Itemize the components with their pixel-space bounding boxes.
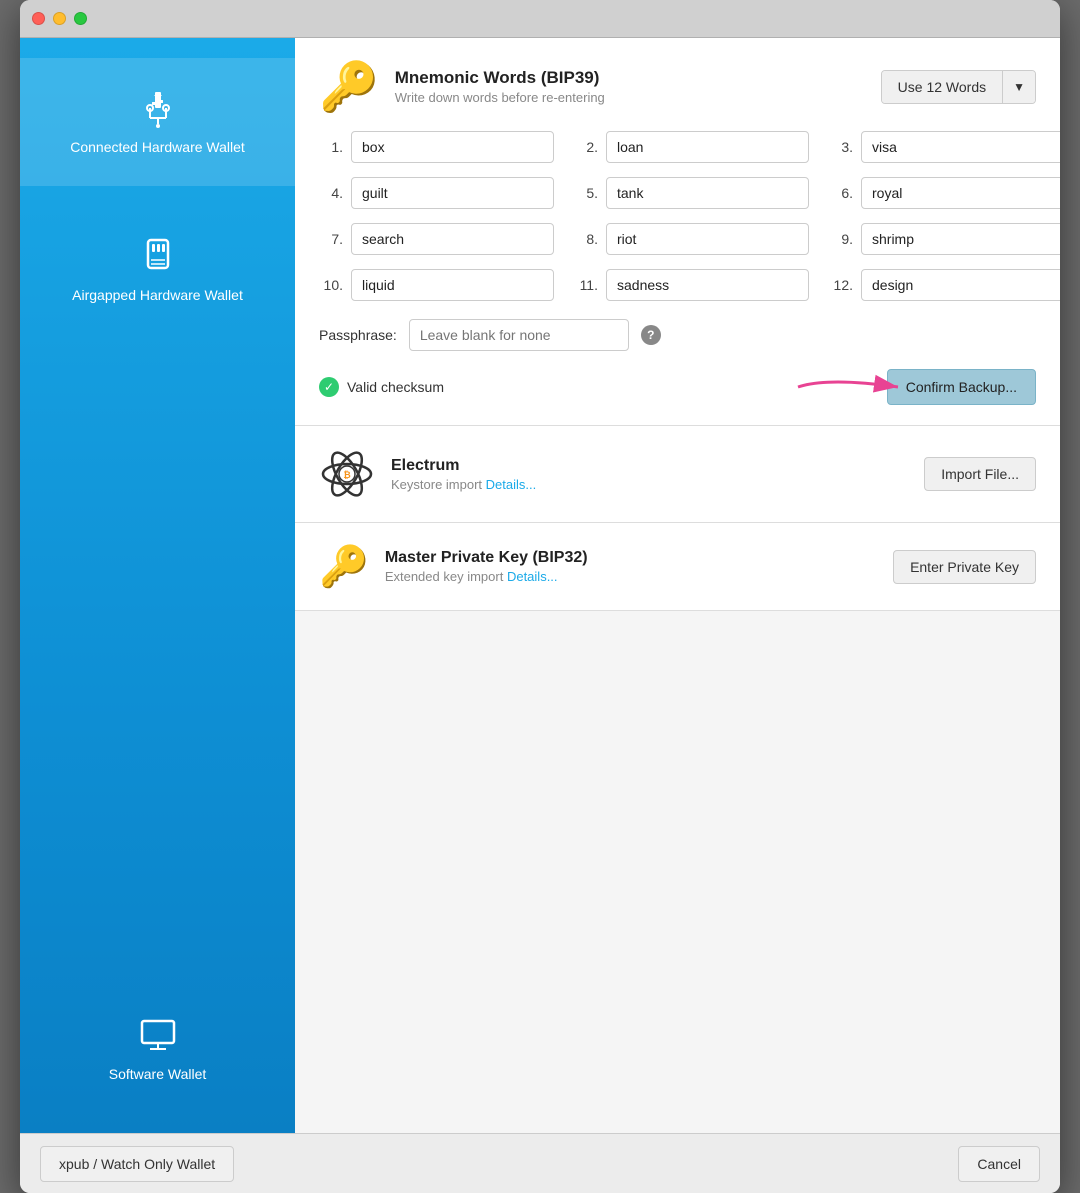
word-input-3[interactable] xyxy=(861,131,1060,163)
word-num-9: 9. xyxy=(829,231,853,247)
electrum-keystore-label: Keystore import xyxy=(391,477,482,492)
electrum-section: ₿ Electrum Keystore import Details... Im… xyxy=(295,426,1060,523)
main-panel: 🔑 Mnemonic Words (BIP39) Write down word… xyxy=(295,38,1060,1133)
sd-card-icon xyxy=(138,236,178,276)
gray-area xyxy=(295,611,1060,1133)
master-private-key-section: 🔑 Master Private Key (BIP32) Extended ke… xyxy=(295,523,1060,611)
arrow-annotation xyxy=(788,372,908,402)
word-row-8: 8. xyxy=(574,223,809,255)
word-input-10[interactable] xyxy=(351,269,554,301)
mpk-extended-label: Extended key import xyxy=(385,569,504,584)
checksum-icon: ✓ xyxy=(319,377,339,397)
word-num-2: 2. xyxy=(574,139,598,155)
sidebar-item-software-wallet[interactable]: Software Wallet xyxy=(20,985,295,1113)
minimize-button[interactable] xyxy=(53,12,66,25)
word-input-2[interactable] xyxy=(606,131,809,163)
sidebar: Connected Hardware Wallet Airgapped Hard… xyxy=(20,38,295,1133)
mnemonic-subtitle: Write down words before re-entering xyxy=(395,90,605,105)
mnemonic-title: Mnemonic Words (BIP39) xyxy=(395,68,605,88)
use-words-button[interactable]: Use 12 Words xyxy=(882,71,1002,103)
word-num-7: 7. xyxy=(319,231,343,247)
mpk-details-link[interactable]: Details... xyxy=(507,569,558,584)
passphrase-row: Passphrase: ? xyxy=(319,319,1036,351)
electrum-left: ₿ Electrum Keystore import Details... xyxy=(319,446,536,502)
word-row-5: 5. xyxy=(574,177,809,209)
mpk-title: Master Private Key (BIP32) xyxy=(385,549,588,567)
monitor-icon xyxy=(138,1015,178,1055)
valid-checksum: ✓ Valid checksum xyxy=(319,377,444,397)
use-words-btn-group: Use 12 Words ▼ xyxy=(881,70,1036,104)
checksum-row: ✓ Valid checksum Confirm Backup... xyxy=(319,369,1036,405)
word-input-7[interactable] xyxy=(351,223,554,255)
titlebar xyxy=(20,0,1060,38)
svg-text:₿: ₿ xyxy=(343,470,350,480)
mpk-left: 🔑 Master Private Key (BIP32) Extended ke… xyxy=(319,543,588,590)
app-window: Connected Hardware Wallet Airgapped Hard… xyxy=(20,0,1060,1193)
passphrase-label: Passphrase: xyxy=(319,327,397,343)
import-file-button[interactable]: Import File... xyxy=(924,457,1036,491)
word-row-6: 6. xyxy=(829,177,1060,209)
word-num-4: 4. xyxy=(319,185,343,201)
word-input-1[interactable] xyxy=(351,131,554,163)
mnemonic-header-left: 🔑 Mnemonic Words (BIP39) Write down word… xyxy=(319,58,605,115)
word-input-5[interactable] xyxy=(606,177,809,209)
word-input-4[interactable] xyxy=(351,177,554,209)
connected-hardware-label: Connected Hardware Wallet xyxy=(70,138,245,156)
enter-private-key-button[interactable]: Enter Private Key xyxy=(893,550,1036,584)
word-input-12[interactable] xyxy=(861,269,1060,301)
word-row-1: 1. xyxy=(319,131,554,163)
electrum-details-link[interactable]: Details... xyxy=(486,477,537,492)
word-input-8[interactable] xyxy=(606,223,809,255)
maximize-button[interactable] xyxy=(74,12,87,25)
word-grid: 1. 2. 3. 4. xyxy=(319,131,1036,301)
confirm-backup-button[interactable]: Confirm Backup... xyxy=(887,369,1036,405)
help-icon[interactable]: ? xyxy=(641,325,661,345)
electrum-icon: ₿ xyxy=(319,446,375,502)
word-row-9: 9. xyxy=(829,223,1060,255)
word-num-6: 6. xyxy=(829,185,853,201)
usb-icon xyxy=(138,88,178,128)
word-num-1: 1. xyxy=(319,139,343,155)
cancel-button[interactable]: Cancel xyxy=(958,1146,1040,1182)
valid-checksum-label: Valid checksum xyxy=(347,379,444,395)
mnemonic-section: 🔑 Mnemonic Words (BIP39) Write down word… xyxy=(295,38,1060,426)
sidebar-item-airgapped-hardware[interactable]: Airgapped Hardware Wallet xyxy=(20,206,295,334)
use-words-dropdown[interactable]: ▼ xyxy=(1002,71,1035,103)
word-row-2: 2. xyxy=(574,131,809,163)
word-num-10: 10. xyxy=(319,277,343,293)
mpk-subtitle: Extended key import Details... xyxy=(385,569,588,584)
word-row-12: 12. xyxy=(829,269,1060,301)
word-row-3: 3. xyxy=(829,131,1060,163)
content-area: Connected Hardware Wallet Airgapped Hard… xyxy=(20,38,1060,1133)
word-row-4: 4. xyxy=(319,177,554,209)
word-row-10: 10. xyxy=(319,269,554,301)
electrum-subtitle: Keystore import Details... xyxy=(391,477,536,492)
word-num-12: 12. xyxy=(829,277,853,293)
word-row-7: 7. xyxy=(319,223,554,255)
word-num-5: 5. xyxy=(574,185,598,201)
bottom-bar: xpub / Watch Only Wallet Cancel xyxy=(20,1133,1060,1193)
key-icon-large: 🔑 xyxy=(319,58,379,115)
mnemonic-header: 🔑 Mnemonic Words (BIP39) Write down word… xyxy=(319,58,1036,115)
airgapped-hardware-label: Airgapped Hardware Wallet xyxy=(72,286,243,304)
software-wallet-label: Software Wallet xyxy=(109,1065,207,1083)
mpk-key-icon: 🔑 xyxy=(319,543,369,590)
word-num-3: 3. xyxy=(829,139,853,155)
sidebar-item-connected-hardware[interactable]: Connected Hardware Wallet xyxy=(20,58,295,186)
word-row-11: 11. xyxy=(574,269,809,301)
word-input-6[interactable] xyxy=(861,177,1060,209)
word-num-8: 8. xyxy=(574,231,598,247)
electrum-title: Electrum xyxy=(391,457,536,475)
word-num-11: 11. xyxy=(574,277,598,293)
close-button[interactable] xyxy=(32,12,45,25)
word-input-9[interactable] xyxy=(861,223,1060,255)
xpub-watch-only-button[interactable]: xpub / Watch Only Wallet xyxy=(40,1146,234,1182)
word-input-11[interactable] xyxy=(606,269,809,301)
passphrase-input[interactable] xyxy=(409,319,629,351)
